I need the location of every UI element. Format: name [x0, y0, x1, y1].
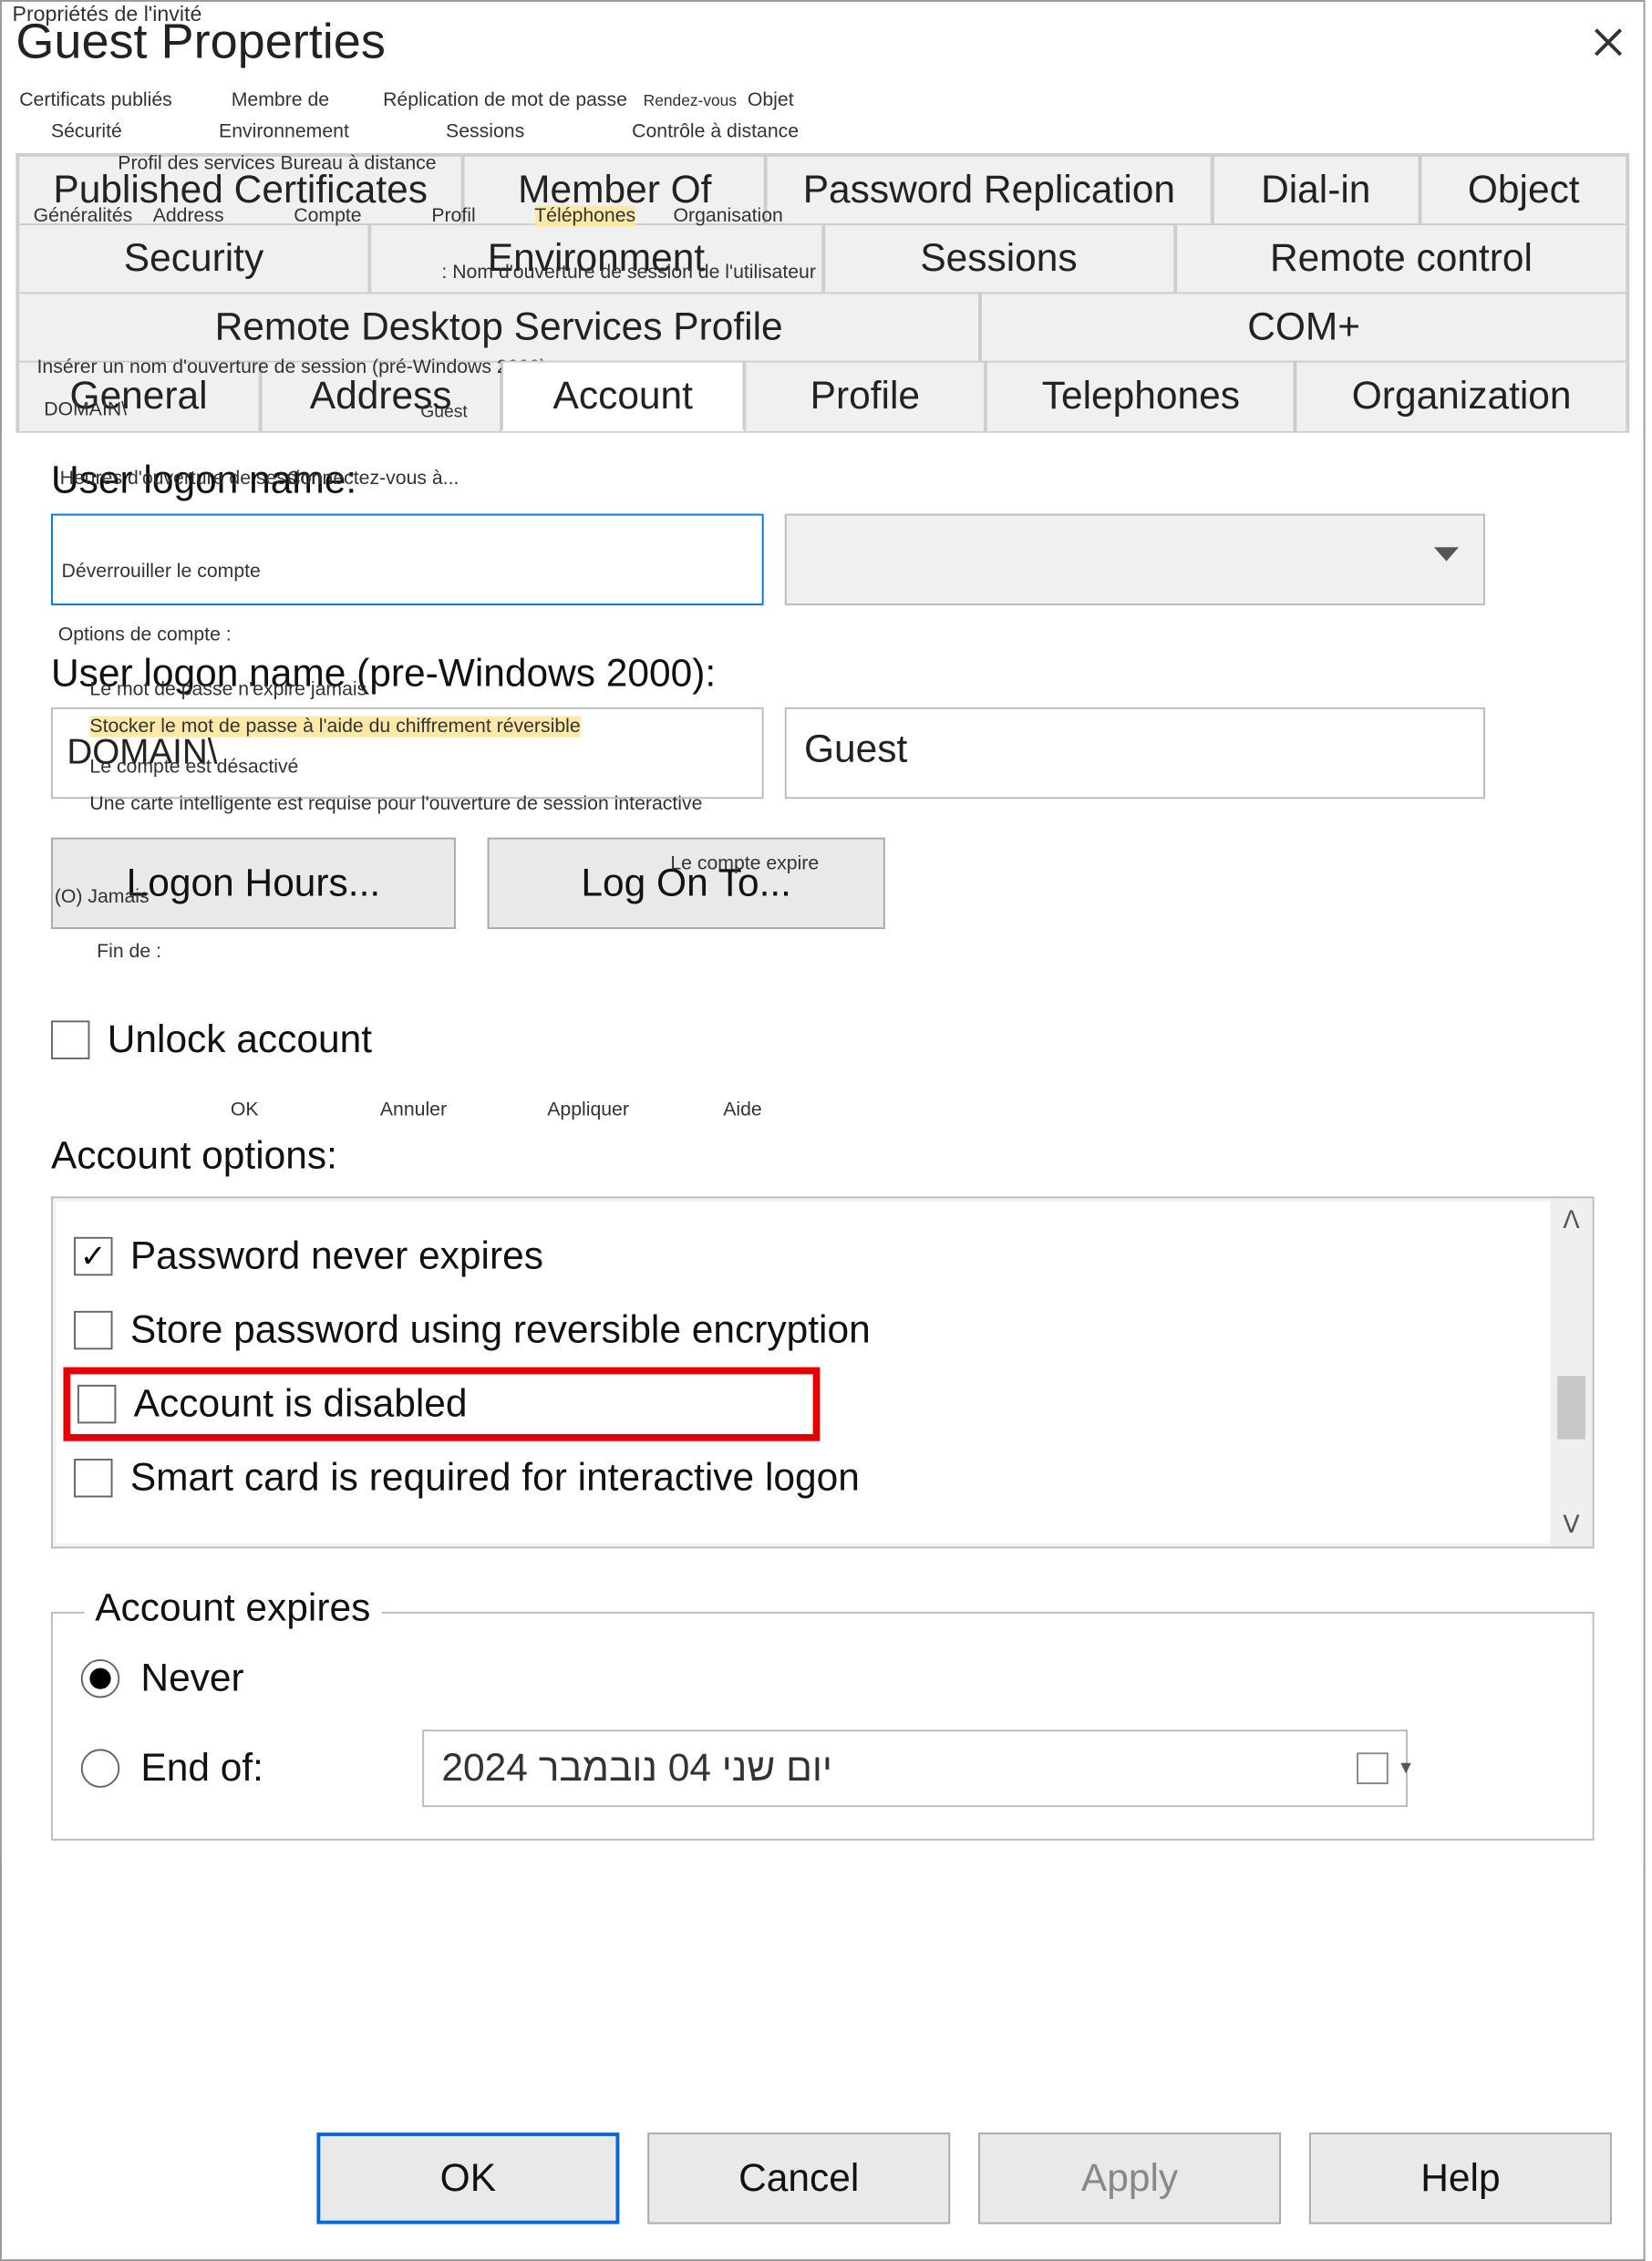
ok-button[interactable]: OK: [316, 2132, 619, 2224]
tab-dial-in[interactable]: Dial-in: [1212, 155, 1420, 223]
tabs-fr-row2: Sécurité Environnement Sessions Contrôle…: [51, 121, 799, 142]
options-scrollbar[interactable]: ᐱ ᐯ: [1550, 1198, 1592, 1546]
tab-telephones[interactable]: Telephones: [986, 361, 1296, 431]
log-on-to-button[interactable]: Log On To...: [488, 838, 885, 929]
tab-address[interactable]: Address: [260, 361, 502, 431]
guest-properties-dialog: Propriétés de l'invité Guest Properties …: [0, 0, 1646, 2261]
domain-prefix-input[interactable]: [51, 707, 764, 799]
tab-member-of[interactable]: Member Of: [463, 155, 766, 223]
checkbox-smart-card-required[interactable]: [74, 1459, 112, 1497]
tab-organization[interactable]: Organization: [1296, 361, 1627, 431]
tab-published-certificates[interactable]: Published Certificates: [17, 155, 463, 223]
account-options-list: Password never expires Store password us…: [51, 1196, 1595, 1548]
domain-suffix-dropdown[interactable]: [785, 514, 1485, 605]
radio-never[interactable]: [81, 1659, 119, 1698]
account-expires-fieldset: Account expires Never End of: יום שני 04…: [51, 1612, 1595, 1841]
account-tab-content: User logon name: Déverrouiller le compte…: [2, 433, 1644, 1865]
help-button[interactable]: Help: [1309, 2132, 1612, 2224]
scroll-down-icon[interactable]: ᐯ: [1563, 1510, 1579, 1540]
tab-general[interactable]: General: [17, 361, 260, 431]
tab-object[interactable]: Object: [1420, 155, 1627, 223]
option-reversible-encryption[interactable]: Store password using reversible encrypti…: [74, 1294, 1533, 1368]
unlock-account-checkbox[interactable]: [51, 1020, 89, 1058]
cancel-button[interactable]: Cancel: [647, 2132, 950, 2224]
account-options-label: Account options:: [51, 1133, 1595, 1179]
calendar-icon[interactable]: [1357, 1752, 1389, 1784]
pre2000-username[interactable]: Guest: [785, 707, 1485, 799]
tabs-fr-row1: Certificats publiés Membre de Réplicatio…: [19, 89, 793, 110]
titlebar: Guest Properties: [2, 2, 1644, 83]
checkbox-reversible-encryption[interactable]: [74, 1311, 112, 1349]
endof-fr: Fin de :: [97, 942, 161, 963]
logon-hours-button[interactable]: Logon Hours...: [51, 838, 456, 929]
tab-remote-control[interactable]: Remote control: [1175, 223, 1628, 292]
option-account-disabled[interactable]: Account is disabled: [63, 1368, 820, 1441]
window-title: Guest Properties: [15, 14, 386, 70]
unlock-account-label: Unlock account: [108, 1017, 372, 1063]
option-smart-card-required[interactable]: Smart card is required for interactive l…: [74, 1441, 1533, 1515]
logon-pre2000-label: User logon name (pre-Windows 2000):: [51, 651, 1595, 697]
account-expires-legend: Account expires: [85, 1585, 381, 1631]
tab-security[interactable]: Security: [17, 223, 369, 292]
end-of-date-picker[interactable]: יום שני 04 נובמבר 2024: [422, 1729, 1408, 1807]
tab-account[interactable]: Account: [501, 361, 744, 431]
option-password-never-expires[interactable]: Password never expires: [74, 1219, 1533, 1293]
apply-button[interactable]: Apply: [978, 2132, 1281, 2224]
endof-label: End of:: [140, 1746, 422, 1791]
account-options-label-fr: Options de compte :: [58, 625, 232, 645]
tab-password-replication[interactable]: Password Replication: [766, 155, 1212, 223]
tab-com-plus[interactable]: COM+: [980, 292, 1627, 360]
radio-end-of[interactable]: [81, 1749, 119, 1787]
close-icon[interactable]: [1587, 21, 1629, 63]
logon-name-input[interactable]: [51, 514, 764, 605]
end-of-date-value: יום שני 04 נובמבר 2024: [441, 1746, 832, 1791]
checkbox-account-disabled[interactable]: [77, 1385, 116, 1423]
chevron-down-icon: [1434, 547, 1459, 561]
tab-rdp-profile[interactable]: Remote Desktop Services Profile: [17, 292, 980, 360]
checkbox-password-never-expires[interactable]: [74, 1237, 112, 1275]
tabs-container: Published Certificates Member Of Passwor…: [15, 153, 1629, 433]
tab-sessions[interactable]: Sessions: [822, 223, 1174, 292]
logon-name-label: User logon name:: [51, 458, 1595, 503]
tab-profile[interactable]: Profile: [744, 361, 986, 431]
tab-environment[interactable]: Environment: [370, 223, 823, 292]
scroll-thumb[interactable]: [1557, 1376, 1585, 1439]
scroll-up-icon[interactable]: ᐱ: [1563, 1205, 1579, 1235]
dialog-footer: OK Cancel Apply Help: [2, 2108, 1644, 2248]
never-label: Never: [140, 1656, 243, 1701]
